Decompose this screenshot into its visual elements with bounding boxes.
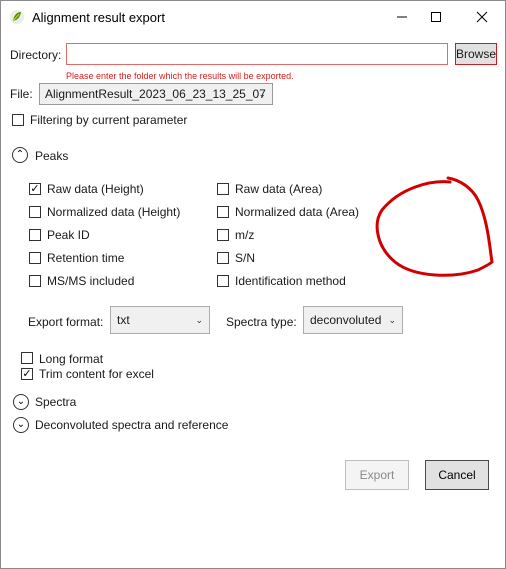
- red-circle-annotation: [375, 176, 494, 277]
- spectra-expander-icon[interactable]: ⌄: [13, 394, 29, 410]
- maximize-icon[interactable]: [426, 8, 446, 28]
- spectra-type-select[interactable]: deconvoluted ⌄: [303, 306, 403, 334]
- peak-option-label: m/z: [235, 228, 255, 242]
- peak-option-label: Raw data (Height): [47, 182, 144, 196]
- peak-option-checkbox[interactable]: [217, 206, 229, 218]
- filtering-label: Filtering by current parameter: [30, 113, 188, 127]
- peak-option-checkbox[interactable]: [29, 206, 41, 218]
- peak-option-label: S/N: [235, 251, 256, 265]
- export-format-value: txt: [117, 313, 130, 327]
- browse-button[interactable]: Browse: [455, 43, 497, 65]
- file-select[interactable]: AlignmentResult_2023_06_23_13_25_07 ⌄: [39, 83, 273, 105]
- directory-error-text: Please enter the folder which the result…: [66, 71, 294, 81]
- file-select-value: AlignmentResult_2023_06_23_13_25_07: [45, 87, 266, 101]
- peak-option-label: Identification method: [235, 274, 346, 288]
- chevron-down-icon: ⌄: [258, 89, 266, 99]
- trim-excel-label: Trim content for excel: [39, 367, 154, 381]
- app-leaf-icon: [9, 9, 25, 25]
- directory-label: Directory:: [10, 48, 62, 62]
- cancel-button[interactable]: Cancel: [425, 460, 489, 490]
- peak-option-checkbox[interactable]: [217, 252, 229, 264]
- export-button[interactable]: Export: [345, 460, 409, 490]
- trim-excel-checkbox[interactable]: ✓: [21, 368, 33, 380]
- peaks-expander-icon[interactable]: ⌃: [12, 147, 28, 163]
- peak-option-label: Peak ID: [47, 228, 90, 242]
- peak-option-label: Retention time: [47, 251, 125, 265]
- peak-option-checkbox[interactable]: [217, 229, 229, 241]
- spectra-type-value: deconvoluted: [310, 313, 382, 327]
- peak-option-label: Raw data (Area): [235, 182, 323, 196]
- minimize-icon[interactable]: [392, 8, 412, 28]
- long-format-label: Long format: [39, 352, 104, 366]
- peak-option-label: MS/MS included: [47, 274, 135, 288]
- peak-option-checkbox[interactable]: [29, 229, 41, 241]
- export-format-select[interactable]: txt ⌄: [110, 306, 210, 334]
- export-format-label: Export format:: [28, 315, 104, 329]
- directory-input[interactable]: [66, 43, 448, 65]
- file-label: File:: [10, 87, 33, 101]
- deconvoluted-header: Deconvoluted spectra and reference: [35, 418, 229, 432]
- spectra-type-label: Spectra type:: [226, 315, 297, 329]
- peak-option-label: Normalized data (Area): [235, 205, 360, 219]
- peaks-header: Peaks: [35, 149, 69, 163]
- peak-option-checkbox[interactable]: ✓: [29, 183, 41, 195]
- peak-option-checkbox[interactable]: [217, 275, 229, 287]
- deconvoluted-expander-icon[interactable]: ⌄: [13, 417, 29, 433]
- long-format-checkbox[interactable]: [21, 352, 33, 364]
- filtering-checkbox[interactable]: [12, 114, 24, 126]
- peak-option-label: Normalized data (Height): [47, 205, 181, 219]
- peak-option-checkbox[interactable]: [217, 183, 229, 195]
- spectra-header: Spectra: [35, 395, 77, 409]
- chevron-down-icon: ⌄: [195, 315, 203, 325]
- window-title: Alignment result export: [32, 10, 165, 25]
- chevron-down-icon: ⌄: [388, 315, 396, 325]
- peak-option-checkbox[interactable]: [29, 275, 41, 287]
- close-icon[interactable]: [472, 8, 492, 28]
- peak-option-checkbox[interactable]: [29, 252, 41, 264]
